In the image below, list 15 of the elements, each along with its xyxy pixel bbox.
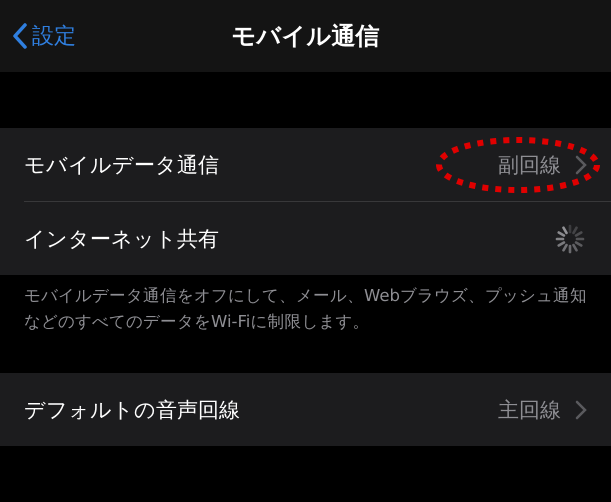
group-footer-note: モバイルデータ通信をオフにして、メール、Webブラウズ、プッシュ通知などのすべてのデータをWi-Fiに制限します。 [23, 285, 588, 333]
loading-spinner-icon [553, 222, 587, 256]
row-value: 主回線 [498, 396, 561, 424]
chevron-icon [575, 400, 587, 420]
settings-row[interactable]: インターネット共有 [24, 201, 611, 275]
row-value: 副回線 [498, 152, 561, 178]
settings-row[interactable]: デフォルトの音声回線 主回線 [0, 373, 611, 446]
row-label: モバイルデータ通信 [24, 152, 220, 178]
row-label: インターネット共有 [24, 226, 220, 252]
row-label: デフォルトの音声回線 [24, 396, 241, 424]
settings-row[interactable]: モバイルデータ通信 副回線 [0, 128, 611, 201]
back-chevron-icon [12, 22, 28, 50]
back-button[interactable]: 設定 [0, 21, 76, 51]
chevron-icon [575, 154, 587, 174]
screen-title: モバイル通信 [232, 21, 380, 52]
